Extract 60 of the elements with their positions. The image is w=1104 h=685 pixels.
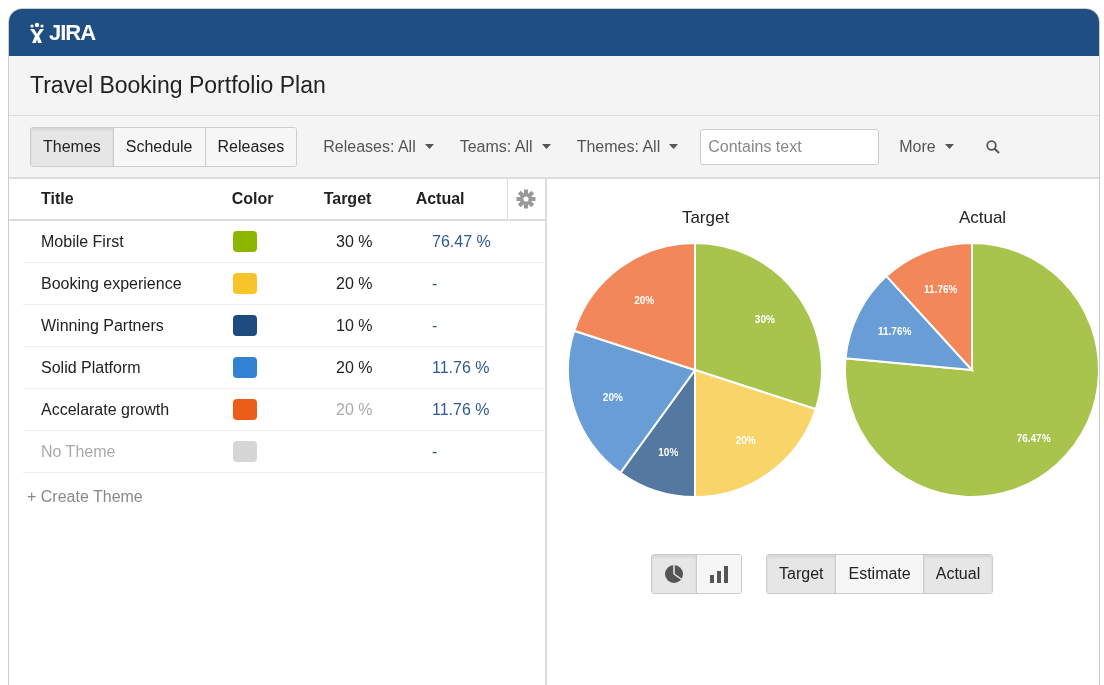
filter-dropdown[interactable]: Releases: All (323, 134, 434, 159)
chart-type-button[interactable] (697, 554, 741, 593)
actual-value: - (432, 274, 438, 292)
target-value: 20 % (336, 357, 373, 378)
target-value: 20 % (336, 399, 373, 420)
target-value: 30 % (336, 231, 373, 252)
slice-label: 30% (754, 313, 775, 325)
slice-label: 20% (634, 294, 655, 306)
target-value: 20 % (336, 273, 373, 294)
slice-label: 11.76% (878, 326, 912, 337)
chart-toggle[interactable]: Estimate (836, 554, 924, 593)
caret-icon (944, 144, 954, 149)
page-title: Travel Booking Portfolio Plan (30, 71, 326, 101)
jira-logo[interactable]: JIRA (29, 16, 96, 49)
theme-title[interactable]: Accelarate growth (41, 400, 170, 418)
theme-title[interactable]: Mobile First (41, 232, 124, 250)
actual-value: 11.76 % (432, 358, 490, 376)
caret-icon (669, 144, 679, 149)
search-button[interactable] (985, 139, 1000, 154)
color-swatch[interactable] (233, 273, 257, 294)
target-value: 10 % (336, 315, 373, 336)
settings-icon (516, 189, 537, 209)
create-theme-link[interactable]: + Create Theme (27, 488, 143, 505)
caret-icon (541, 144, 551, 149)
actual-value: - (432, 442, 438, 460)
chart-title: Actual (958, 207, 1007, 229)
theme-title[interactable]: Booking experience (41, 274, 182, 292)
more-dropdown[interactable]: More (899, 134, 954, 159)
slice-label: 10% (658, 446, 679, 458)
chart-title: Target (681, 207, 730, 229)
slice-label: 11.76% (924, 283, 958, 295)
filter-dropdown[interactable]: Themes: All (576, 134, 679, 159)
color-swatch[interactable] (233, 441, 257, 462)
theme-title[interactable]: Winning Partners (41, 316, 164, 334)
view-tab[interactable]: Themes (31, 127, 114, 166)
search-field[interactable]: Contains text (700, 128, 880, 165)
chart-toggle[interactable]: Actual (923, 554, 993, 593)
column-header: Color (231, 190, 274, 207)
chart-toggle[interactable]: Target (767, 554, 837, 593)
actual-value: 76.47 % (432, 232, 491, 250)
pie-chart-icon (664, 564, 684, 585)
column-header: Actual (415, 190, 465, 207)
chart-type-button[interactable] (652, 554, 697, 593)
caret-icon (424, 144, 434, 149)
search-icon (985, 139, 1000, 154)
actual-value: 11.76 % (432, 400, 490, 418)
filter-dropdown[interactable]: Teams: All (459, 134, 551, 159)
bar-chart-icon (709, 565, 729, 584)
color-swatch[interactable] (233, 231, 257, 252)
logo-icon (29, 21, 45, 44)
color-swatch[interactable] (233, 315, 257, 336)
slice-label: 20% (735, 434, 756, 446)
column-header: Title (41, 190, 74, 207)
color-swatch[interactable] (233, 399, 257, 420)
actual-value: - (432, 316, 438, 334)
color-swatch[interactable] (233, 357, 257, 378)
slice-label: 20% (602, 391, 623, 403)
theme-title[interactable]: Solid Platform (41, 358, 141, 376)
column-header: Target (323, 190, 372, 207)
slice-label: 76.47% (1016, 432, 1051, 444)
